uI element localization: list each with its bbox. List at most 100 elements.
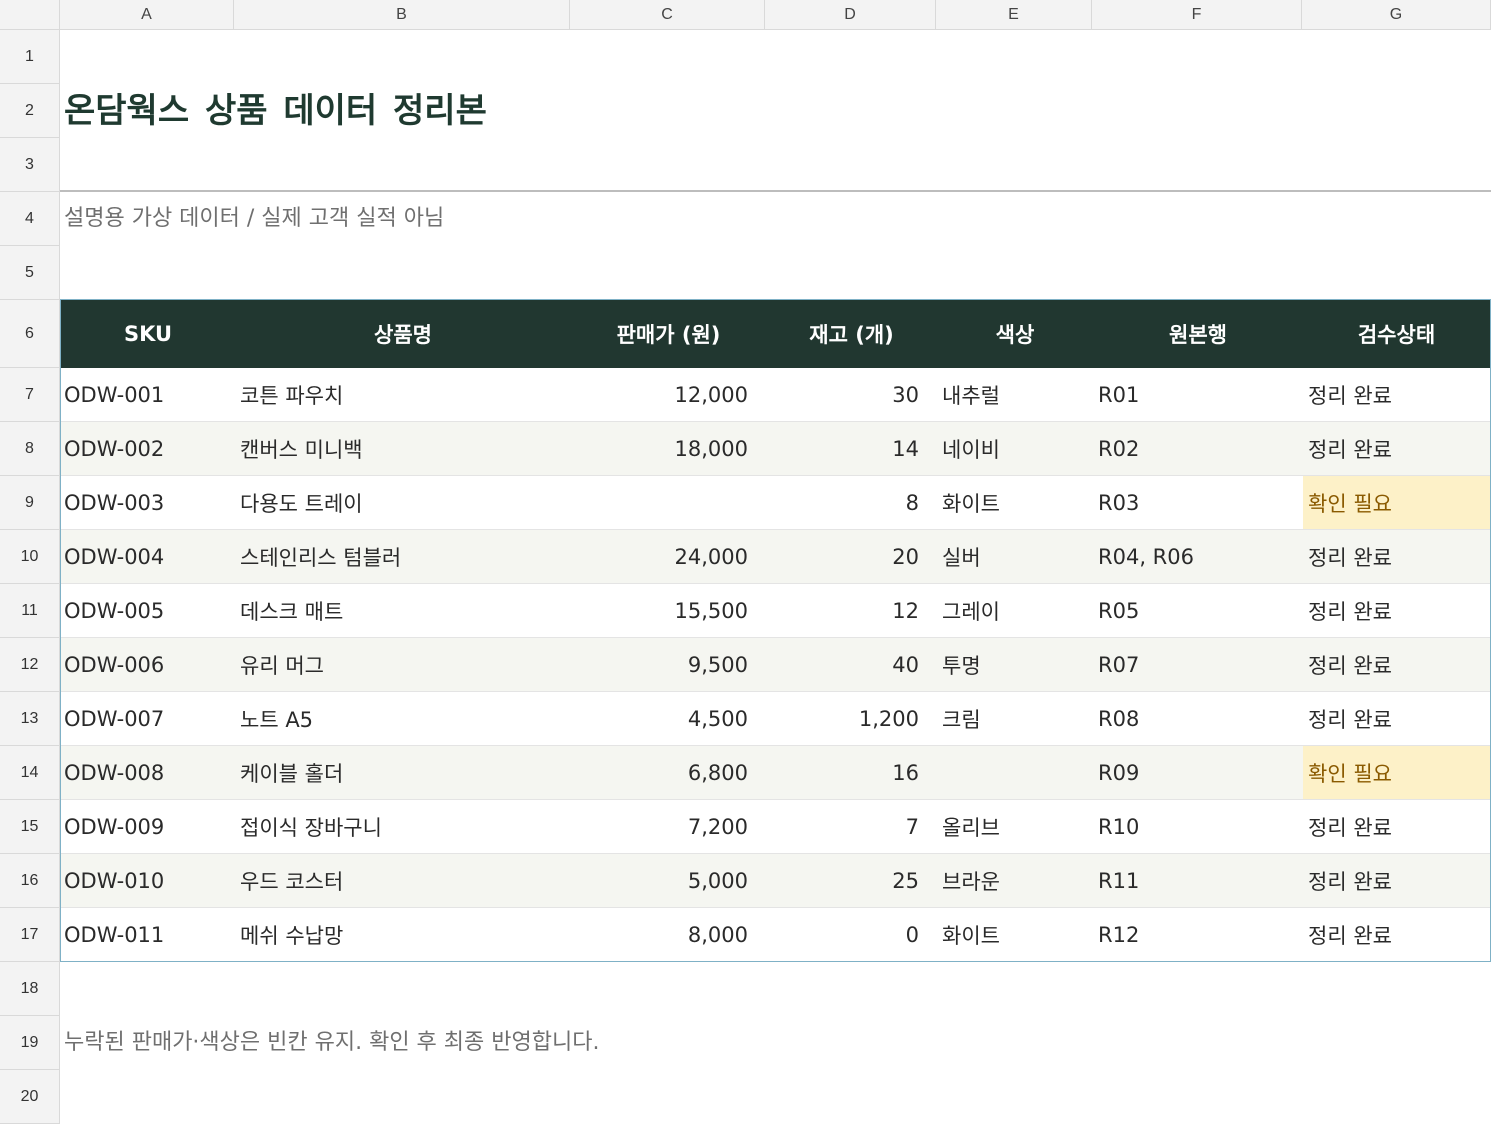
cell-stock[interactable]: 14 [766,422,937,475]
cell-review-status[interactable]: 정리 완료 [1303,692,1490,745]
row-header-2[interactable]: 2 [0,84,60,138]
row-header-17[interactable]: 17 [0,908,60,962]
cell-product-name[interactable]: 케이블 홀더 [235,746,571,799]
cell-sku[interactable]: ODW-004 [61,530,235,583]
cell-review-status[interactable]: 확인 필요 [1303,746,1490,799]
column-header-a[interactable]: A [60,0,234,30]
cell-product-name[interactable]: 스테인리스 텀블러 [235,530,571,583]
cell-color[interactable]: 화이트 [937,908,1093,962]
cell-price[interactable]: 7,200 [571,800,766,853]
cell-review-status[interactable]: 확인 필요 [1303,476,1490,529]
cell-sku[interactable]: ODW-002 [61,422,235,475]
cell-color[interactable]: 브라운 [937,854,1093,907]
row-header-13[interactable]: 13 [0,692,60,746]
cell-review-status[interactable]: 정리 완료 [1303,854,1490,907]
row-header-19[interactable]: 19 [0,1016,60,1070]
row-header-7[interactable]: 7 [0,368,60,422]
cell-color[interactable]: 올리브 [937,800,1093,853]
cell-product-name[interactable]: 데스크 매트 [235,584,571,637]
column-header-c[interactable]: C [570,0,765,30]
cell-source-row[interactable]: R10 [1093,800,1303,853]
header-source-row[interactable]: 원본행 [1093,300,1303,368]
cell-product-name[interactable]: 캔버스 미니백 [235,422,571,475]
cell-review-status[interactable]: 정리 완료 [1303,422,1490,475]
column-header-d[interactable]: D [765,0,936,30]
row-header-3[interactable]: 3 [0,138,60,192]
cell-price[interactable]: 24,000 [571,530,766,583]
cell-sku[interactable]: ODW-010 [61,854,235,907]
select-all-corner[interactable] [0,0,60,30]
header-color[interactable]: 색상 [937,300,1093,368]
cell-price[interactable]: 9,500 [571,638,766,691]
row-header-8[interactable]: 8 [0,422,60,476]
cell-color[interactable]: 네이비 [937,422,1093,475]
row-header-16[interactable]: 16 [0,854,60,908]
cell-price[interactable]: 15,500 [571,584,766,637]
cell-product-name[interactable]: 접이식 장바구니 [235,800,571,853]
cell-source-row[interactable]: R11 [1093,854,1303,907]
row-header-6[interactable]: 6 [0,300,60,368]
cell-source-row[interactable]: R05 [1093,584,1303,637]
column-header-f[interactable]: F [1092,0,1302,30]
row-header-18[interactable]: 18 [0,962,60,1016]
column-header-e[interactable]: E [936,0,1092,30]
row-header-14[interactable]: 14 [0,746,60,800]
row-header-4[interactable]: 4 [0,192,60,246]
cell-sku[interactable]: ODW-003 [61,476,235,529]
cell-source-row[interactable]: R01 [1093,368,1303,421]
cell-review-status[interactable]: 정리 완료 [1303,584,1490,637]
cell-stock[interactable]: 8 [766,476,937,529]
cell-product-name[interactable]: 우드 코스터 [235,854,571,907]
column-header-g[interactable]: G [1302,0,1491,30]
cell-price[interactable]: 18,000 [571,422,766,475]
cell-source-row[interactable]: R09 [1093,746,1303,799]
header-stock[interactable]: 재고 (개) [766,300,937,368]
cell-review-status[interactable]: 정리 완료 [1303,908,1490,962]
cell-color[interactable]: 실버 [937,530,1093,583]
cell-stock[interactable]: 1,200 [766,692,937,745]
cell-sku[interactable]: ODW-001 [61,368,235,421]
cell-source-row[interactable]: R03 [1093,476,1303,529]
header-price[interactable]: 판매가 (원) [571,300,766,368]
row-header-10[interactable]: 10 [0,530,60,584]
cell-price[interactable]: 5,000 [571,854,766,907]
cell-review-status[interactable]: 정리 완료 [1303,368,1490,421]
cell-review-status[interactable]: 정리 완료 [1303,530,1490,583]
cell-stock[interactable]: 25 [766,854,937,907]
row-header-11[interactable]: 11 [0,584,60,638]
cell-source-row[interactable]: R12 [1093,908,1303,962]
cell-product-name[interactable]: 노트 A5 [235,692,571,745]
cell-sku[interactable]: ODW-006 [61,638,235,691]
cell-product-name[interactable]: 메쉬 수납망 [235,908,571,962]
cell-stock[interactable]: 0 [766,908,937,962]
cell-sku[interactable]: ODW-009 [61,800,235,853]
cell-stock[interactable]: 16 [766,746,937,799]
cell-product-name[interactable]: 유리 머그 [235,638,571,691]
cell-stock[interactable]: 30 [766,368,937,421]
cell-price[interactable]: 6,800 [571,746,766,799]
cell-color[interactable]: 그레이 [937,584,1093,637]
cell-stock[interactable]: 7 [766,800,937,853]
cell-product-name[interactable]: 다용도 트레이 [235,476,571,529]
cell-source-row[interactable]: R04, R06 [1093,530,1303,583]
cell-stock[interactable]: 40 [766,638,937,691]
row-header-9[interactable]: 9 [0,476,60,530]
cell-stock[interactable]: 20 [766,530,937,583]
row-header-12[interactable]: 12 [0,638,60,692]
column-header-b[interactable]: B [234,0,570,30]
cell-color[interactable]: 내추럴 [937,368,1093,421]
cell-sku[interactable]: ODW-007 [61,692,235,745]
cell-price[interactable]: 8,000 [571,908,766,962]
cell-source-row[interactable]: R08 [1093,692,1303,745]
header-product-name[interactable]: 상품명 [235,300,571,368]
cell-sku[interactable]: ODW-008 [61,746,235,799]
row-header-15[interactable]: 15 [0,800,60,854]
cell-color[interactable] [937,746,1093,799]
cell-source-row[interactable]: R07 [1093,638,1303,691]
cell-sku[interactable]: ODW-011 [61,908,235,962]
cell-color[interactable]: 투명 [937,638,1093,691]
header-review-status[interactable]: 검수상태 [1303,300,1490,368]
cell-source-row[interactable]: R02 [1093,422,1303,475]
cell-product-name[interactable]: 코튼 파우치 [235,368,571,421]
cell-review-status[interactable]: 정리 완료 [1303,638,1490,691]
